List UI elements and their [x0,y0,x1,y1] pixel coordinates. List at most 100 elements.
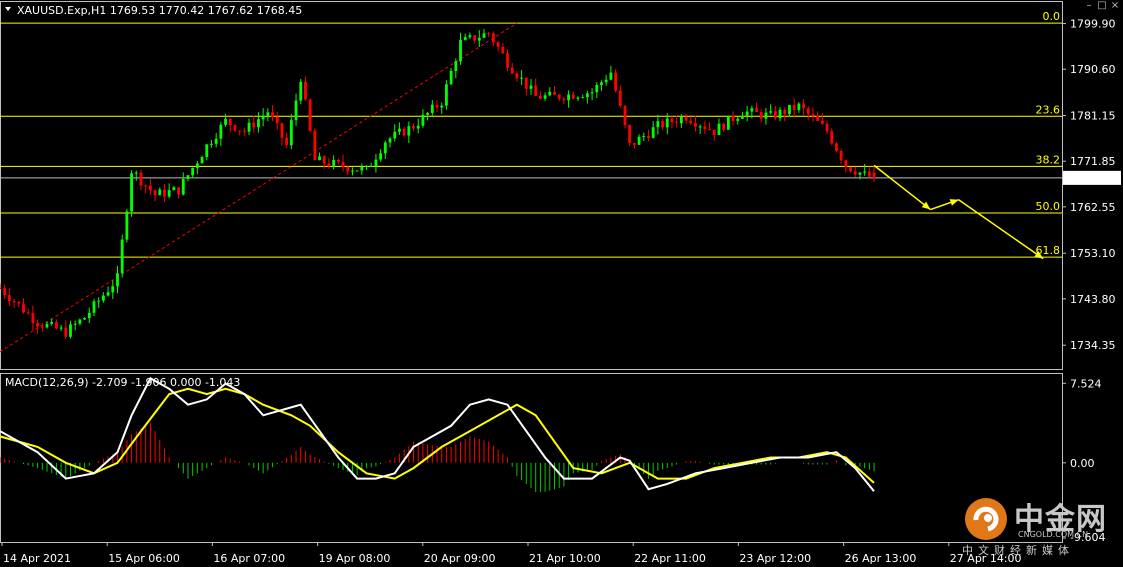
candle-body [106,292,110,296]
candle-body [383,142,387,154]
candle-body [623,105,627,125]
candle-body [745,111,749,116]
candle-body [515,73,519,79]
candle-body [22,303,25,313]
fib-level-label: 50.0 [1036,200,1061,213]
candle-body [210,143,213,145]
candle-body [177,187,180,195]
candle-body [351,170,354,172]
candle-body [858,172,862,175]
price-tick-label: 1762.55 [1070,201,1116,214]
candle-body [17,301,21,304]
candle-body [163,189,166,197]
candle-body [872,172,876,178]
candle-body [590,92,594,94]
time-tick-label: 22 Apr 11:00 [634,552,706,565]
candle-body [477,37,481,41]
candle-body [670,118,674,123]
candle-body [703,126,707,129]
candle-body [40,326,44,328]
candle-body [54,322,58,329]
candle-body [407,126,411,136]
candle-body [473,35,477,41]
candle-body [313,130,317,161]
candle-body [553,91,556,95]
candle-body [421,114,425,126]
candle-body [271,112,274,117]
candle-body [167,190,171,197]
candle-body [778,109,782,119]
time-tick-label: 16 Apr 07:00 [213,552,285,565]
time-tick-label: 21 Apr 10:00 [529,552,601,565]
candle-body [769,111,773,113]
dropdown-triangle-icon [5,7,11,11]
candle-body [830,131,834,144]
candle-body [440,105,444,108]
candle-body [506,53,509,68]
candle-body [280,123,284,138]
candle-body [172,187,176,191]
candle-body [87,312,91,319]
candle-body [430,104,434,113]
candle-body [816,116,820,121]
candle-body [609,72,613,80]
cngold-logo-icon [965,498,1007,540]
candle-body [393,131,397,139]
candle-body [294,100,298,121]
candle-body [130,173,133,212]
candle-body [360,166,364,171]
candle-body [31,313,35,323]
price-tick-label: 1734.35 [1070,339,1116,352]
candle-body [656,121,660,128]
candle-body [304,81,307,100]
time-tick-label: 14 Apr 2021 [3,552,71,565]
candle-body [839,150,843,161]
candle-body [849,167,852,172]
price-tick-label: 1771.85 [1070,155,1116,168]
candle-body [214,138,218,144]
candle-body [341,161,345,168]
candle-body [134,172,138,174]
candle-body [661,121,664,128]
projection-arrow-head [949,199,959,206]
candle-body [679,116,683,124]
candle-body [224,118,227,125]
candle-body [78,319,82,324]
candle-body [144,185,148,187]
restore-button[interactable]: □ [1096,1,1108,12]
close-button[interactable]: × [1109,1,1121,12]
candle-body [7,295,11,302]
candle-body [388,138,392,143]
candle-body [694,123,697,127]
candle-body [825,123,829,132]
candle-body [266,112,270,116]
candle-body [257,119,260,128]
time-tick-label: 15 Apr 06:00 [108,552,180,565]
candle-body [581,97,585,99]
candle-body [698,126,702,128]
candle-body [45,323,49,328]
candle-body [604,79,608,83]
minimize-button[interactable]: – [1083,1,1095,12]
candle-body [59,327,63,329]
candle-body [186,175,190,179]
candle-body [632,142,636,145]
candle-body [759,112,763,119]
candle-body [806,108,810,115]
candle-body [242,130,246,132]
candle-body [792,104,796,111]
candle-body [755,108,758,113]
candle-body [844,160,848,168]
price-tick-label: 1781.15 [1070,110,1116,123]
candle-body [327,163,331,167]
candle-body [26,312,30,314]
candle-body [557,94,561,99]
candle-body [717,123,721,135]
candle-body [835,143,838,151]
candle-body [684,116,688,121]
candle-body [435,104,439,108]
candle-body [219,124,223,139]
candle-body [689,120,693,124]
candle-body [764,112,768,119]
candle-body [205,144,209,158]
